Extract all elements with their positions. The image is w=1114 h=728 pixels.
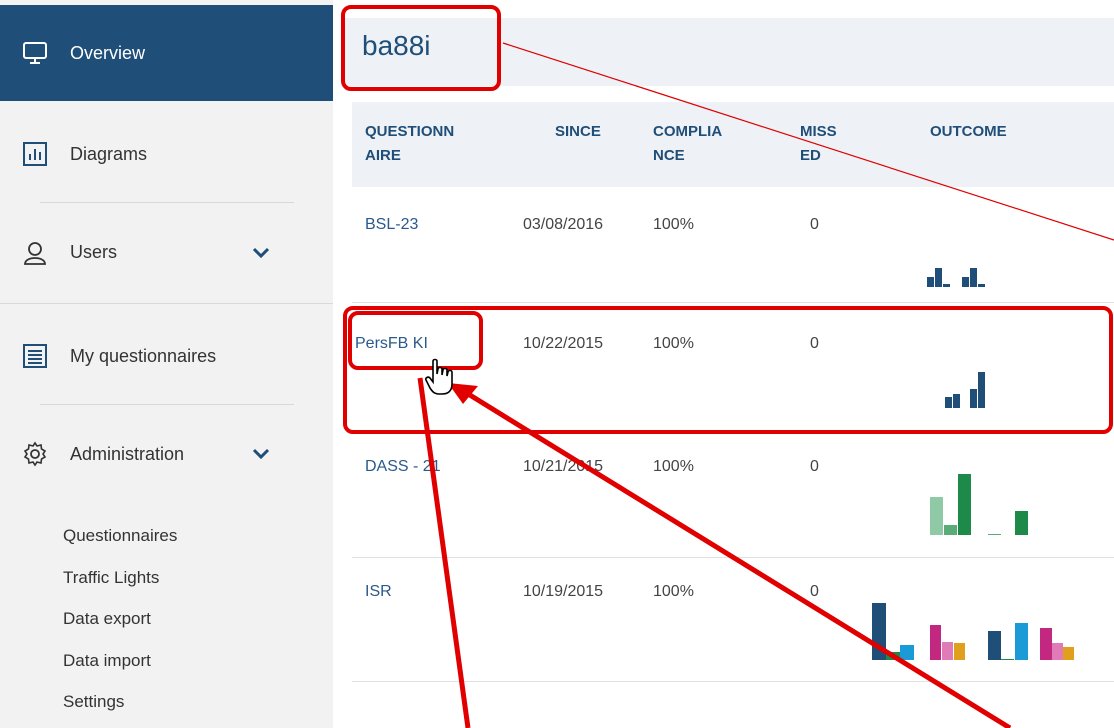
- outcome-chart-dass-21[interactable]: [930, 474, 1028, 535]
- compliance-cell: 100%: [653, 583, 694, 600]
- chevron-down-icon[interactable]: [250, 242, 272, 264]
- table-header: [352, 102, 1114, 187]
- page-title: ba88i: [362, 30, 431, 61]
- sidebar-item-label: Diagrams: [70, 143, 148, 164]
- header-line: ED: [800, 147, 821, 164]
- compliance-cell: 100%: [653, 458, 694, 475]
- outcome-chart-bsl-23[interactable]: [927, 268, 985, 287]
- title-bar: [345, 18, 1114, 86]
- header-line: AIRE: [365, 147, 401, 164]
- since-cell: 10/21/2015: [523, 458, 604, 475]
- questionnaire-link[interactable]: DASS - 21: [365, 458, 441, 476]
- row-divider: [352, 302, 1114, 303]
- questionnaire-link[interactable]: PersFB KI: [355, 335, 428, 353]
- compliance-cell: 100%: [653, 216, 694, 233]
- user-icon: [24, 241, 46, 265]
- annotation-box-row: [343, 306, 1113, 434]
- missed-cell: 0: [810, 458, 819, 475]
- header-line: COMPLIA: [653, 123, 723, 140]
- sidebar-item-overview[interactable]: Overview: [0, 5, 333, 101]
- questionnaire-link[interactable]: BSL-23: [365, 216, 418, 234]
- sidebar-item-label: Users: [70, 242, 118, 262]
- since-cell: 10/22/2015: [523, 335, 604, 352]
- questionnaire-link[interactable]: ISR: [365, 583, 392, 601]
- sidebar-item-diagrams[interactable]: Diagrams: [0, 110, 333, 198]
- divider: [40, 202, 294, 203]
- column-header-outcome[interactable]: OUTCOME: [930, 120, 1007, 144]
- since-cell: 03/08/2016: [523, 216, 604, 233]
- header-line: QUESTIONN: [365, 123, 455, 140]
- column-header-missed[interactable]: MISS ED: [800, 120, 837, 168]
- bar-chart-icon: [23, 142, 47, 166]
- submenu-item-questionnaires[interactable]: Questionnaires: [63, 526, 177, 546]
- header-line: MISS: [800, 123, 837, 140]
- submenu-item-data-export[interactable]: Data export: [63, 609, 151, 629]
- sidebar-item-administration[interactable]: Administration: [0, 408, 333, 500]
- missed-cell: 0: [810, 335, 819, 352]
- submenu-item-settings[interactable]: Settings: [63, 692, 124, 712]
- missed-cell: 0: [810, 216, 819, 233]
- outcome-chart-isr[interactable]: [872, 603, 1074, 660]
- chevron-down-icon[interactable]: [250, 443, 272, 465]
- missed-cell: 0: [810, 583, 819, 600]
- outcome-chart-persfb-ki[interactable]: [945, 372, 985, 408]
- monitor-icon: [23, 42, 47, 64]
- column-header-since[interactable]: SINCE: [555, 120, 601, 144]
- row-divider: [352, 557, 1114, 558]
- list-icon: [23, 344, 47, 368]
- sidebar-item-my-questionnaires[interactable]: My questionnaires: [0, 310, 333, 402]
- divider: [0, 303, 333, 304]
- sidebar-item-label: My questionnaires: [70, 345, 217, 366]
- sidebar-item-label: Administration: [70, 443, 185, 464]
- gear-icon: [23, 441, 47, 467]
- sidebar-item-users[interactable]: Users: [0, 205, 333, 300]
- column-header-compliance[interactable]: COMPLIA NCE: [653, 120, 722, 168]
- since-cell: 10/19/2015: [523, 583, 604, 600]
- submenu-item-traffic-lights[interactable]: Traffic Lights: [63, 568, 159, 588]
- submenu-item-data-import[interactable]: Data import: [63, 651, 151, 671]
- header-line: NCE: [653, 147, 685, 164]
- hand-cursor-icon: [425, 358, 453, 395]
- compliance-cell: 100%: [653, 335, 694, 352]
- divider: [40, 404, 294, 405]
- sidebar: Overview Diagrams Users My questionnaire…: [0, 0, 333, 728]
- sidebar-item-label: Overview: [70, 42, 146, 63]
- column-header-questionnaire[interactable]: QUESTIONN AIRE: [365, 120, 454, 168]
- row-divider: [352, 681, 1114, 682]
